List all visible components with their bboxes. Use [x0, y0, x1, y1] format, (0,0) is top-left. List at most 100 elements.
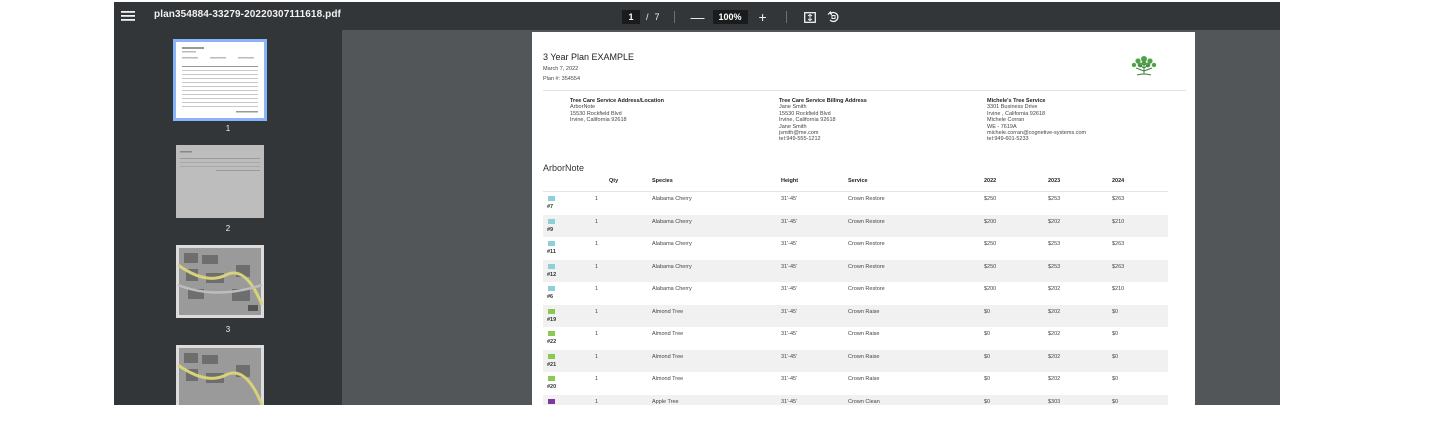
cell-2024: $210 [1112, 286, 1125, 292]
species-color-swatch [548, 398, 555, 404]
section-title: ArborNote [543, 163, 585, 173]
cell-species: Almond Tree [652, 353, 684, 360]
cell-qty: 1 [595, 241, 599, 247]
cell-species: Almond Tree [652, 308, 684, 315]
address-line: tel:949-601-5233 [987, 136, 1029, 143]
cell-service: Crown Restore [848, 241, 885, 247]
cell-service: Crown Restore [848, 263, 885, 270]
page-number-input[interactable]: 1 [622, 10, 640, 24]
cell-2023: $202 [1048, 331, 1061, 337]
cell-2024: $0 [1112, 331, 1119, 337]
col-header-2022: 2022 [984, 178, 997, 184]
cell-2023: $303 [1048, 398, 1061, 405]
thumbnail-label: 1 [225, 124, 231, 133]
tree-tag: #21 [547, 361, 557, 368]
cell-service: Crown Restore [848, 196, 885, 202]
cell-2024: $0 [1112, 398, 1119, 405]
cell-2023: $202 [1048, 353, 1061, 360]
thumbnail-sidebar: 1 2 3 [114, 30, 342, 405]
cell-2024: $263 [1112, 196, 1125, 202]
cell-2023: $253 [1048, 196, 1061, 202]
cell-2024: $0 [1112, 353, 1119, 360]
cell-qty: 1 [595, 331, 599, 337]
tree-logo-icon [1127, 52, 1161, 78]
col-header-service: Service [848, 178, 868, 184]
cell-2022: $250 [984, 263, 997, 270]
col-header-2024: 2024 [1112, 178, 1125, 184]
cell-2023: $202 [1048, 308, 1061, 315]
cell-height: 31'-45' [781, 241, 798, 247]
total-pages: 7 [654, 12, 660, 22]
cell-height: 31'-45' [781, 353, 798, 360]
zoom-out-button[interactable]: — [689, 10, 707, 24]
col-header-species: Species [652, 178, 673, 184]
fit-to-page-icon[interactable] [801, 8, 819, 26]
provider-address-block: Michele's Tree Service 3301 Business Dri… [987, 98, 1086, 143]
page-thumbnail-2[interactable] [176, 145, 264, 218]
tree-tag: #12 [547, 271, 557, 278]
cell-height: 31'-45' [781, 398, 798, 405]
species-color-swatch [548, 196, 555, 201]
cell-2024: $0 [1112, 376, 1119, 382]
species-color-swatch [548, 331, 555, 336]
species-color-swatch [548, 286, 555, 291]
cell-species: Apple Tree [652, 398, 679, 405]
hamburger-menu-icon[interactable] [118, 6, 138, 26]
cell-2024: $263 [1112, 263, 1125, 270]
cell-2023: $253 [1048, 263, 1061, 270]
table-header: Qty Species Height Service 2022 2023 202… [543, 178, 1168, 190]
pdf-viewer: plan354884-33279-20220307111618.pdf 1 / … [114, 2, 1280, 405]
billing-address-block: Tree Care Service Billing Address Jane S… [779, 98, 867, 143]
document-date: March 7, 2022 [543, 66, 579, 72]
thumbnail-label: 2 [225, 224, 231, 233]
cell-height: 31'-45' [781, 263, 798, 270]
toolbar-divider [785, 11, 787, 23]
species-color-swatch [548, 308, 555, 314]
cell-height: 31'-45' [781, 308, 798, 315]
rotate-icon[interactable] [825, 8, 843, 26]
cell-2023: $202 [1048, 376, 1061, 382]
cell-qty: 1 [595, 218, 599, 225]
tree-tag: #9 [547, 226, 554, 233]
cell-height: 31'-45' [781, 218, 798, 225]
cell-species: Alabama Cherry [652, 263, 692, 270]
cell-2023: $202 [1048, 218, 1061, 225]
table-row: #19 1 Almond Tree 31'-45' Crown Raise $0 $202 $… [543, 304, 1168, 327]
document-title: 3 Year Plan EXAMPLE [543, 52, 635, 62]
tree-tag: #11 [547, 249, 556, 255]
species-color-swatch [548, 263, 555, 269]
cell-2022: $0 [984, 376, 991, 382]
species-color-swatch [548, 353, 555, 359]
plan-number: Plan #: 354554 [543, 76, 581, 82]
cell-2022: $250 [984, 241, 997, 247]
cell-2022: $0 [984, 353, 991, 360]
cell-2022: $250 [984, 196, 997, 202]
zoom-in-button[interactable]: + [754, 10, 772, 24]
cell-2022: $200 [984, 218, 997, 225]
col-header-2023: 2023 [1048, 178, 1061, 184]
species-color-swatch [548, 376, 555, 381]
cell-species: Alabama Cherry [652, 286, 692, 292]
table-row: #7 1 Alabama Cherry 31'-45' Crown Restore $25… [543, 192, 1168, 215]
cell-service: Crown Raise [848, 308, 880, 315]
cell-2023: $253 [1048, 241, 1061, 247]
table-row: #12 1 Alabama Cherry 31'-45' Crown Restore $2… [543, 259, 1168, 282]
cell-2024: $0 [1112, 308, 1119, 315]
cell-service: Crown Restore [848, 218, 885, 225]
zoom-level-input[interactable]: 100% [712, 10, 748, 24]
table-row: 1 Apple Tree 31'-45' Crown Clean $0 $303 $0 [543, 394, 1168, 405]
file-title: plan354884-33279-20220307111618.pdf [154, 9, 341, 20]
cell-service: Crown Raise [848, 353, 880, 360]
page-thumbnail-4[interactable] [176, 345, 264, 405]
tree-tag: #20 [547, 384, 557, 390]
cell-2024: $210 [1112, 218, 1125, 225]
address-line: Irvine, California 92618 [570, 117, 627, 124]
page-thumbnail-1[interactable] [173, 39, 267, 121]
tree-tag: #7 [547, 204, 554, 210]
cell-2022: $200 [984, 286, 997, 292]
page-thumbnail-3[interactable] [176, 245, 264, 318]
table-row: #6 1 Alabama Cherry 31'-45' Crown Restore $20… [543, 282, 1168, 305]
table-row: #22 1 Almond Tree 31'-45' Crown Raise $0 $202 $… [543, 327, 1168, 350]
cell-height: 31'-45' [781, 331, 798, 337]
cell-height: 31'-45' [781, 196, 798, 202]
